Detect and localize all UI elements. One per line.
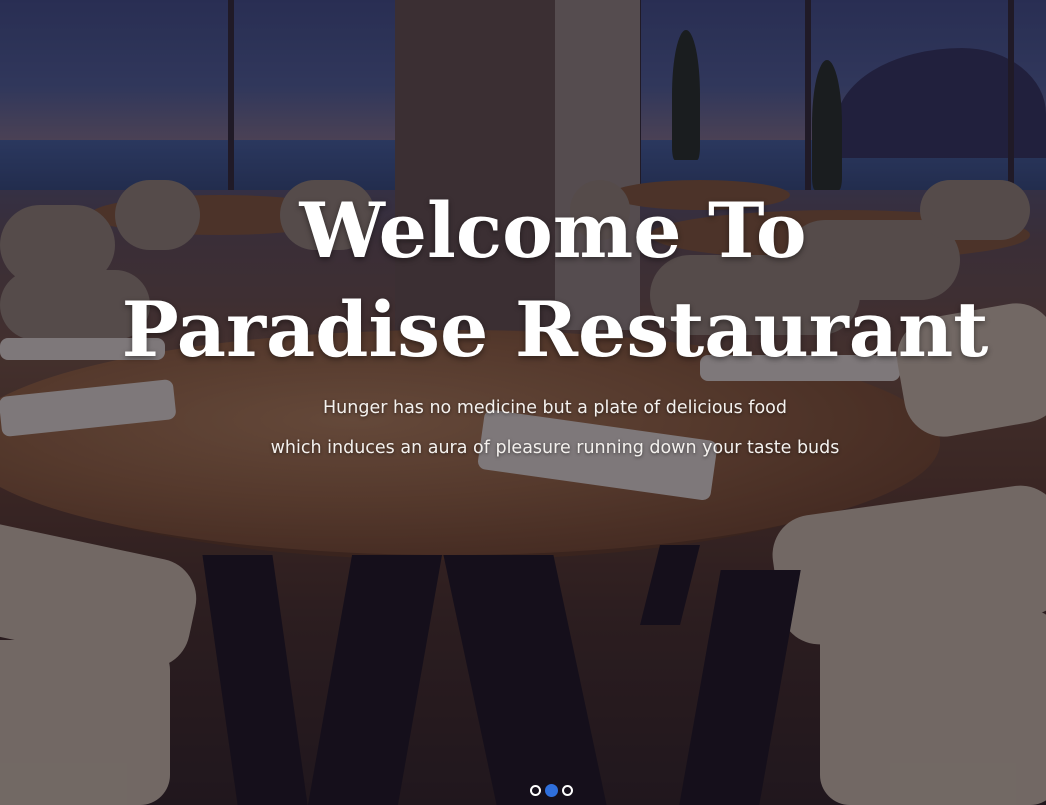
carousel-indicators: [530, 784, 573, 797]
hero-carousel: Welcome To Paradise Restaurant Hunger ha…: [0, 0, 1046, 805]
hero-caption: Welcome To Paradise Restaurant Hunger ha…: [0, 0, 1046, 805]
hero-subtitle-line2: which induces an aura of pleasure runnin…: [270, 438, 840, 458]
hero-title-line1: Welcome To: [299, 186, 807, 275]
carousel-indicator-2[interactable]: [545, 784, 558, 797]
carousel-indicator-1[interactable]: [530, 785, 541, 796]
carousel-indicator-3[interactable]: [562, 785, 573, 796]
hero-subtitle-line1: Hunger has no medicine but a plate of de…: [323, 398, 787, 418]
hero-title-line2: Paradise Restaurant: [121, 285, 989, 374]
